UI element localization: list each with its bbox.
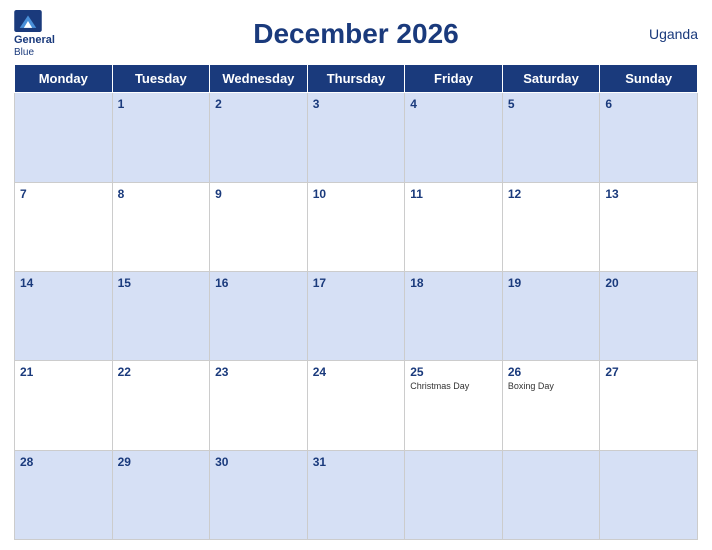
holiday-label: Christmas Day: [410, 381, 497, 391]
col-saturday: Saturday: [502, 65, 600, 93]
day-number: 10: [313, 187, 400, 201]
logo-text-blue: Blue: [14, 47, 34, 58]
day-number: 23: [215, 365, 302, 379]
table-row: 30: [210, 450, 308, 539]
table-row: 28: [15, 450, 113, 539]
table-row: 16: [210, 271, 308, 360]
logo-icon: [14, 10, 42, 32]
day-number: 12: [508, 187, 595, 201]
day-number: 19: [508, 276, 595, 290]
table-row: 10: [307, 182, 405, 271]
table-row: 12: [502, 182, 600, 271]
table-row: 23: [210, 361, 308, 450]
day-number: 28: [20, 455, 107, 469]
table-row: 22: [112, 361, 210, 450]
table-row: 19: [502, 271, 600, 360]
day-number: 18: [410, 276, 497, 290]
col-wednesday: Wednesday: [210, 65, 308, 93]
table-row: 8: [112, 182, 210, 271]
table-row: 7: [15, 182, 113, 271]
table-row: 17: [307, 271, 405, 360]
day-number: 22: [118, 365, 205, 379]
day-number: 16: [215, 276, 302, 290]
table-row: 18: [405, 271, 503, 360]
day-number: 13: [605, 187, 692, 201]
day-number: 2: [215, 97, 302, 111]
day-number: 11: [410, 187, 497, 201]
calendar-header: General Blue December 2026 Uganda: [14, 10, 698, 58]
logo: General Blue: [14, 10, 104, 58]
day-number: 6: [605, 97, 692, 111]
table-row: 14: [15, 271, 113, 360]
col-sunday: Sunday: [600, 65, 698, 93]
table-row: 4: [405, 93, 503, 182]
table-row: 2: [210, 93, 308, 182]
day-number: 25: [410, 365, 497, 379]
table-row: [502, 450, 600, 539]
table-row: 13: [600, 182, 698, 271]
col-friday: Friday: [405, 65, 503, 93]
logo-text-general: General: [14, 34, 55, 47]
table-row: 20: [600, 271, 698, 360]
table-row: 5: [502, 93, 600, 182]
day-number: 15: [118, 276, 205, 290]
table-row: 26 Boxing Day: [502, 361, 600, 450]
day-number: 24: [313, 365, 400, 379]
table-row: 15: [112, 271, 210, 360]
day-number: 7: [20, 187, 107, 201]
table-row: 3: [307, 93, 405, 182]
country-label: Uganda: [608, 26, 698, 42]
table-row: 24: [307, 361, 405, 450]
table-row: 25 Christmas Day: [405, 361, 503, 450]
table-row: 11: [405, 182, 503, 271]
day-number: 27: [605, 365, 692, 379]
day-number: 21: [20, 365, 107, 379]
table-row: 29: [112, 450, 210, 539]
table-row: 27: [600, 361, 698, 450]
calendar-table: Monday Tuesday Wednesday Thursday Friday…: [14, 64, 698, 540]
table-row: [600, 450, 698, 539]
table-row: 9: [210, 182, 308, 271]
calendar-title-block: December 2026: [104, 18, 608, 50]
day-number: 4: [410, 97, 497, 111]
table-row: 6: [600, 93, 698, 182]
table-row: 1: [112, 93, 210, 182]
day-number: 26: [508, 365, 595, 379]
day-number: 17: [313, 276, 400, 290]
day-number: 8: [118, 187, 205, 201]
day-number: 20: [605, 276, 692, 290]
day-number: 5: [508, 97, 595, 111]
day-number: 31: [313, 455, 400, 469]
calendar-title: December 2026: [104, 18, 608, 50]
calendar-header-row: Monday Tuesday Wednesday Thursday Friday…: [15, 65, 698, 93]
day-number: 9: [215, 187, 302, 201]
table-row: 21: [15, 361, 113, 450]
table-row: 31: [307, 450, 405, 539]
calendar-body: 1234567891011121314151617181920212223242…: [15, 93, 698, 540]
table-row: [405, 450, 503, 539]
day-number: 1: [118, 97, 205, 111]
table-row: [15, 93, 113, 182]
col-thursday: Thursday: [307, 65, 405, 93]
day-number: 3: [313, 97, 400, 111]
day-number: 30: [215, 455, 302, 469]
col-tuesday: Tuesday: [112, 65, 210, 93]
day-number: 14: [20, 276, 107, 290]
day-number: 29: [118, 455, 205, 469]
col-monday: Monday: [15, 65, 113, 93]
holiday-label: Boxing Day: [508, 381, 595, 391]
